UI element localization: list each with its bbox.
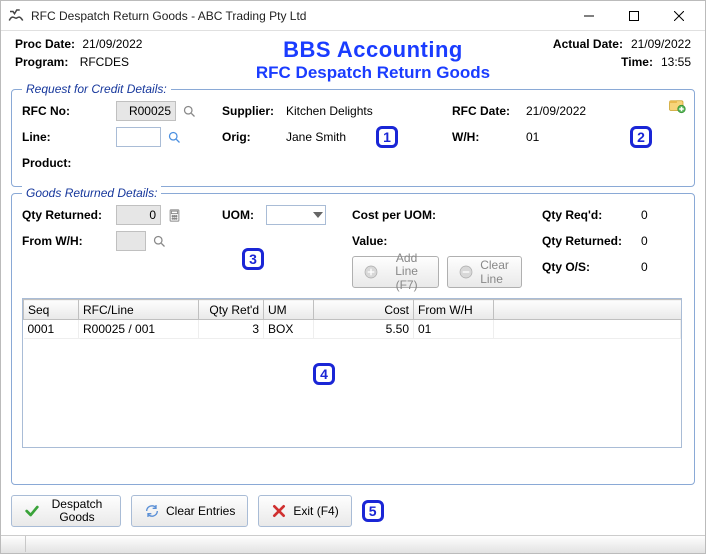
maximize-button[interactable]	[611, 2, 656, 30]
rfc-group-title: Request for Credit Details:	[22, 82, 171, 96]
cell-from-wh: 01	[414, 320, 494, 339]
cell-qty: 3	[199, 320, 264, 339]
add-line-button[interactable]: Add Line (F7)	[352, 256, 439, 288]
from-wh-label: From W/H:	[22, 234, 112, 248]
qty-reqd-value: 0	[641, 208, 648, 222]
uom-select[interactable]	[266, 205, 326, 225]
status-bar	[1, 535, 705, 553]
supplier-value: Kitchen Delights	[286, 104, 373, 118]
group-action-icon[interactable]	[666, 96, 688, 116]
value-label: Value:	[352, 234, 452, 248]
despatch-goods-label: Despatch Goods	[46, 498, 108, 524]
col-qty-retd[interactable]: Qty Ret'd	[199, 300, 264, 320]
actual-date-label: Actual Date:	[553, 37, 623, 51]
annotation-4: 4	[313, 363, 335, 385]
program-label: Program:	[15, 55, 68, 69]
refresh-icon	[144, 503, 160, 519]
from-wh-input[interactable]	[116, 231, 146, 251]
add-line-label: Add Line (F7)	[385, 252, 428, 292]
cell-rfc-line: R00025 / 001	[79, 320, 199, 339]
header-zone: Proc Date: 21/09/2022 Program: RFCDES BB…	[1, 31, 705, 85]
annotation-1: 1	[376, 126, 398, 148]
line-label: Line:	[22, 130, 112, 144]
rfc-details-group: Request for Credit Details: RFC No: R000…	[11, 89, 695, 187]
cell-um: BOX	[264, 320, 314, 339]
clear-line-button[interactable]: Clear Line	[447, 256, 522, 288]
supplier-label: Supplier:	[222, 104, 282, 118]
rfc-date-label: RFC Date:	[452, 104, 522, 118]
bottom-bar: Despatch Goods Clear Entries Exit (F4) 5	[1, 489, 705, 535]
minimize-button[interactable]	[566, 2, 611, 30]
app-icon	[7, 7, 25, 25]
annotation-5: 5	[362, 500, 384, 522]
qty-os-value: 0	[641, 260, 648, 274]
col-seq[interactable]: Seq	[24, 300, 79, 320]
titlebar: RFC Despatch Return Goods - ABC Trading …	[1, 1, 705, 31]
cost-per-uom-label: Cost per UOM:	[352, 208, 452, 222]
uom-label: UOM:	[222, 208, 262, 222]
clear-entries-label: Clear Entries	[166, 504, 235, 518]
exit-button[interactable]: Exit (F4)	[258, 495, 351, 527]
qty-reqd-label: Qty Req'd:	[542, 208, 637, 222]
col-from-wh[interactable]: From W/H	[414, 300, 494, 320]
qty-os-label: Qty O/S:	[542, 260, 637, 274]
plus-circle-icon	[363, 264, 379, 280]
qty-returned-r-value: 0	[641, 234, 648, 248]
annotation-3: 3	[242, 248, 264, 270]
despatch-goods-button[interactable]: Despatch Goods	[11, 495, 121, 527]
rfc-no-input[interactable]: R00025	[116, 101, 176, 121]
exit-label: Exit (F4)	[293, 504, 338, 518]
close-button[interactable]	[656, 2, 701, 30]
qty-returned-r-label: Qty Returned:	[542, 234, 637, 248]
orig-value: Jane Smith	[286, 130, 346, 144]
wh-value: 01	[526, 130, 539, 144]
orig-label: Orig:	[222, 130, 282, 144]
wh-label: W/H:	[452, 130, 522, 144]
time-label: Time:	[621, 55, 653, 69]
minus-circle-icon	[458, 264, 474, 280]
goods-group-title: Goods Returned Details:	[22, 186, 161, 200]
col-um[interactable]: UM	[264, 300, 314, 320]
from-wh-lookup-icon[interactable]	[150, 232, 168, 250]
qty-returned-label: Qty Returned:	[22, 208, 112, 222]
calculator-icon[interactable]	[165, 206, 183, 224]
window-title: RFC Despatch Return Goods - ABC Trading …	[31, 9, 566, 23]
program-value: RFCDES	[80, 55, 129, 69]
check-icon	[24, 503, 40, 519]
clear-line-label: Clear Line	[480, 258, 511, 286]
brand-subtitle: RFC Despatch Return Goods	[215, 63, 531, 83]
table-row[interactable]: 0001 R00025 / 001 3 BOX 5.50 01	[24, 320, 681, 339]
product-label: Product:	[22, 156, 112, 170]
col-rfc-line[interactable]: RFC/Line	[79, 300, 199, 320]
actual-date-value: 21/09/2022	[631, 37, 691, 51]
x-icon	[271, 503, 287, 519]
proc-date-label: Proc Date:	[15, 37, 75, 51]
rfc-no-lookup-icon[interactable]	[180, 102, 198, 120]
cell-seq: 0001	[24, 320, 79, 339]
rfc-no-label: RFC No:	[22, 104, 112, 118]
annotation-2: 2	[630, 126, 652, 148]
proc-date-value: 21/09/2022	[82, 37, 142, 51]
cell-cost: 5.50	[314, 320, 414, 339]
returned-goods-table[interactable]: Seq RFC/Line Qty Ret'd UM Cost From W/H …	[22, 298, 682, 448]
line-lookup-icon[interactable]	[165, 128, 183, 146]
line-input[interactable]	[116, 127, 161, 147]
rfc-date-value: 21/09/2022	[526, 104, 586, 118]
brand-title: BBS Accounting	[215, 37, 531, 63]
app-window: RFC Despatch Return Goods - ABC Trading …	[0, 0, 706, 554]
time-value: 13:55	[661, 55, 691, 69]
goods-returned-group: Goods Returned Details: Qty Returned: 0 …	[11, 193, 695, 485]
clear-entries-button[interactable]: Clear Entries	[131, 495, 248, 527]
col-cost[interactable]: Cost	[314, 300, 414, 320]
qty-returned-input[interactable]: 0	[116, 205, 161, 225]
